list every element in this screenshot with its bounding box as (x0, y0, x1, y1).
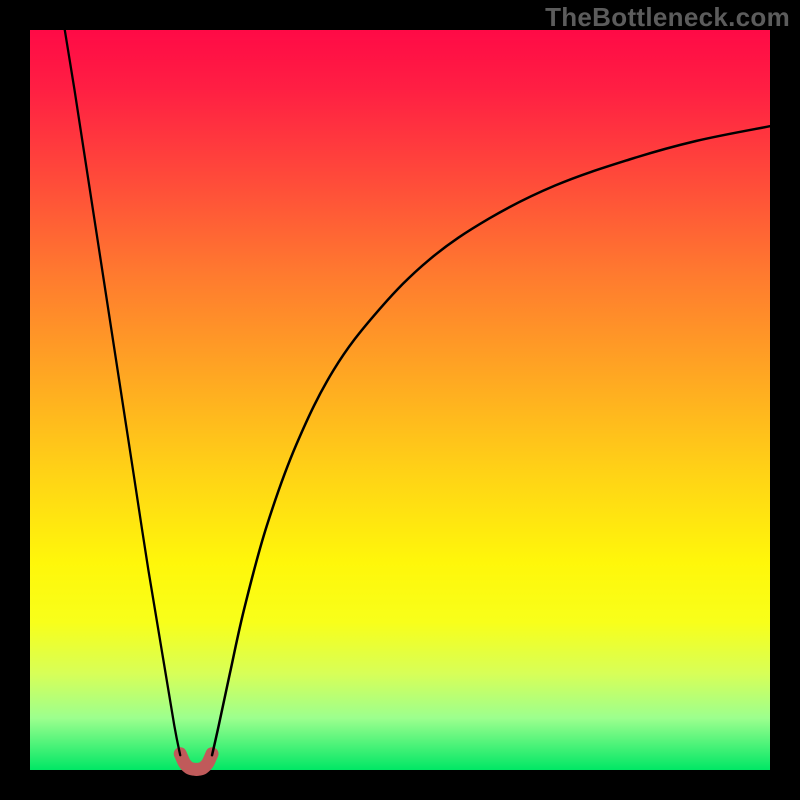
valley-marker-path (180, 754, 212, 770)
left-branch-path (65, 30, 180, 755)
right-branch-path (212, 126, 770, 755)
watermark-text: TheBottleneck.com (545, 2, 790, 33)
chart-curve-layer (30, 30, 770, 770)
